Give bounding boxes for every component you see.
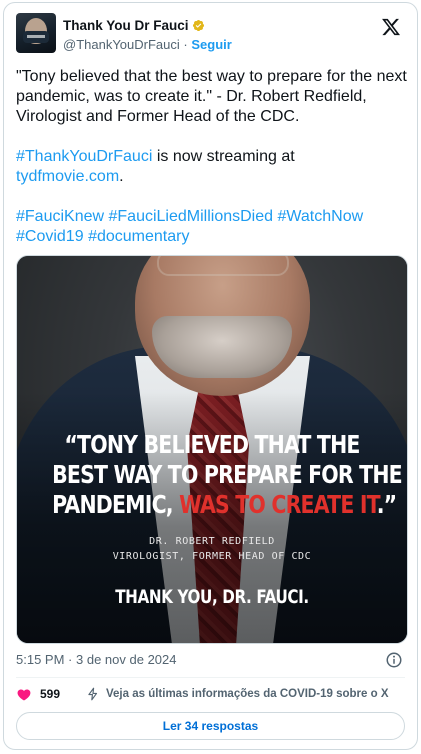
tweet-date: 3 de nov de 2024 <box>76 652 177 667</box>
verified-badge-icon <box>192 19 204 32</box>
display-name[interactable]: Thank You Dr Fauci <box>63 17 189 34</box>
author-info: Thank You Dr Fauci @ThankYouDrFauci · Se… <box>63 17 232 54</box>
divider <box>16 677 405 678</box>
hashtag-covid19[interactable]: #Covid19 <box>16 228 84 245</box>
follow-button[interactable]: Seguir <box>191 37 231 52</box>
tweet-header: Thank You Dr Fauci @ThankYouDrFauci · Se… <box>16 13 405 57</box>
tweet-meta-separator: · <box>68 652 73 667</box>
hashtag-thankyoudrfauci[interactable]: #ThankYouDrFauci <box>16 148 152 165</box>
media-quote-line-3-end: .” <box>376 490 397 519</box>
handle[interactable]: @ThankYouDrFauci <box>63 37 180 52</box>
tweet-time: 5:15 PM <box>16 652 65 667</box>
tweet-hashtags-paragraph: #FauciKnew #FauciLiedMillionsDied #Watch… <box>16 207 408 247</box>
avatar[interactable] <box>16 13 56 53</box>
media-quote-line-3-red: WAS TO CREATE IT <box>179 490 377 519</box>
handle-row: @ThankYouDrFauci · Seguir <box>63 36 232 54</box>
hashtag-fauciknew[interactable]: #FauciKnew <box>16 208 104 225</box>
like-count: 599 <box>40 687 61 701</box>
media-attribution-name: DR. ROBERT REDFIELD <box>149 536 275 547</box>
read-replies-button[interactable]: Ler 34 respostas <box>16 712 405 740</box>
media-thanks: THANK YOU, DR. FAUCI. <box>115 586 309 608</box>
x-logo-icon[interactable] <box>381 17 401 37</box>
tweet-streaming-paragraph: #ThankYouDrFauci is now streaming at tydf… <box>16 147 408 187</box>
hashtag-watchnow[interactable]: #WatchNow <box>277 208 363 225</box>
info-icon[interactable] <box>385 651 403 669</box>
covid-info-text: Veja as últimas informações da COVID-19 … <box>106 688 389 700</box>
covid-info-link[interactable]: Veja as últimas informações da COVID-19 … <box>86 686 389 702</box>
link-suffix: . <box>119 168 124 185</box>
handle-separator: · <box>183 37 188 52</box>
tweet-actions: 599 Veja as últimas informações da COVID… <box>16 683 405 705</box>
heart-icon <box>17 689 31 701</box>
lightning-icon <box>88 687 98 701</box>
tweet-media-image[interactable]: “TONY BELIEVED THAT THE BEST WAY TO PREP… <box>16 255 408 644</box>
hashtag-faucilied[interactable]: #FauciLiedMillionsDied <box>109 208 274 225</box>
tweet-quote-paragraph: "Tony believed that the best way to prep… <box>16 68 407 125</box>
like-button[interactable]: 599 <box>16 686 76 702</box>
media-attribution: DR. ROBERT REDFIELD VIROLOGIST, FORMER H… <box>17 534 407 564</box>
media-text-overlay: “TONY BELIEVED THAT THE BEST WAY TO PREP… <box>17 430 407 608</box>
tweet-text: "Tony believed that the best way to prep… <box>16 67 408 267</box>
media-quote-line-3: PANDEMIC, WAS TO CREATE IT.” <box>52 490 397 520</box>
hashtag-documentary[interactable]: #documentary <box>88 228 189 245</box>
tweet-card: Thank You Dr Fauci @ThankYouDrFauci · Se… <box>3 2 418 750</box>
media-quote-line-1: “TONY BELIEVED THAT THE <box>64 430 360 459</box>
display-name-row[interactable]: Thank You Dr Fauci <box>63 17 232 34</box>
movie-link[interactable]: tydfmovie.com <box>16 168 119 185</box>
media-quote-line-3-white: PANDEMIC, <box>52 490 180 519</box>
media-attribution-role: VIROLOGIST, FORMER HEAD OF CDC <box>112 551 312 562</box>
media-quote-line-2: BEST WAY TO PREPARE FOR THE NEXT <box>52 460 407 489</box>
streaming-text: is now streaming at <box>152 148 295 165</box>
tweet-timestamp[interactable]: 5:15 PM · 3 de nov de 2024 <box>16 651 177 669</box>
